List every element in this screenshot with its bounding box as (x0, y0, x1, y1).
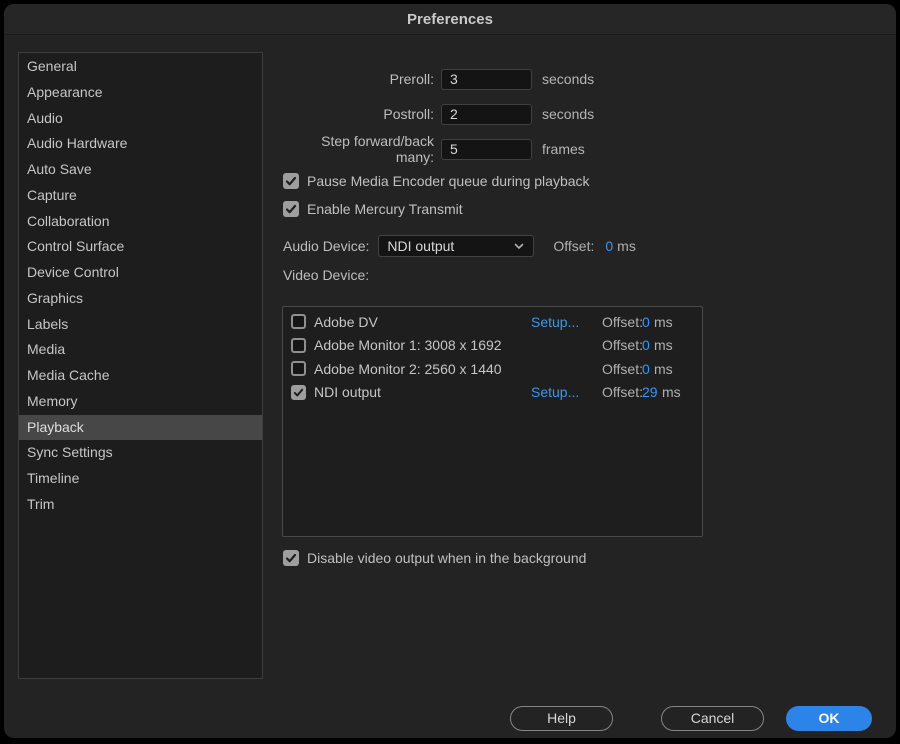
audio-device-value: NDI output (387, 238, 454, 254)
sidebar-item-media-cache[interactable]: Media Cache (19, 363, 262, 389)
sidebar-item-timeline[interactable]: Timeline (19, 466, 262, 492)
offset-value[interactable]: 0 (642, 314, 650, 330)
ok-button[interactable]: OK (786, 706, 872, 731)
postroll-input[interactable] (441, 104, 532, 125)
offset-unit: ms (662, 384, 681, 400)
offset-unit: ms (654, 361, 673, 377)
sidebar-item-labels[interactable]: Labels (19, 312, 262, 338)
step-input[interactable] (441, 139, 532, 160)
category-sidebar: General Appearance Audio Audio Hardware … (18, 52, 263, 679)
sidebar-item-graphics[interactable]: Graphics (19, 286, 262, 312)
sidebar-item-audio-hardware[interactable]: Audio Hardware (19, 131, 262, 157)
sidebar-item-control-surface[interactable]: Control Surface (19, 234, 262, 260)
audio-device-label: Audio Device: (283, 238, 369, 254)
step-suffix: frames (542, 141, 585, 157)
audio-device-dropdown[interactable]: NDI output (378, 235, 534, 257)
preroll-input[interactable] (441, 69, 532, 90)
ndi-output-checkbox[interactable] (291, 385, 306, 400)
mercury-checkbox[interactable] (283, 201, 299, 217)
offset-label: Offset: (602, 314, 643, 330)
device-name: Adobe Monitor 1: 3008 x 1692 (314, 337, 502, 353)
audio-offset-unit: ms (617, 238, 636, 254)
offset-unit: ms (654, 337, 673, 353)
adobe-dv-checkbox[interactable] (291, 314, 306, 329)
help-button[interactable]: Help (510, 706, 613, 731)
monitor-1-checkbox[interactable] (291, 338, 306, 353)
postroll-row: Postroll: seconds (282, 100, 594, 128)
device-name: NDI output (314, 384, 381, 400)
video-device-label-row: Video Device: (283, 265, 369, 285)
postroll-suffix: seconds (542, 106, 594, 122)
pause-encoder-checkbox[interactable] (283, 173, 299, 189)
device-name: Adobe DV (314, 314, 378, 330)
sidebar-item-appearance[interactable]: Appearance (19, 80, 262, 106)
video-device-list: Adobe DV Setup... Offset: 0 ms Adobe Mon… (282, 306, 703, 537)
postroll-label: Postroll: (282, 106, 434, 122)
sidebar-item-media[interactable]: Media (19, 337, 262, 363)
sidebar-item-audio[interactable]: Audio (19, 106, 262, 132)
video-device-row-adobe-dv: Adobe DV Setup... Offset: 0 ms (283, 310, 702, 334)
monitor-2-checkbox[interactable] (291, 361, 306, 376)
checkmark-icon (285, 552, 297, 564)
sidebar-item-playback[interactable]: Playback (19, 415, 262, 441)
preroll-suffix: seconds (542, 71, 594, 87)
offset-label: Offset: (602, 337, 643, 353)
disable-bg-label: Disable video output when in the backgro… (307, 550, 586, 566)
sidebar-item-capture[interactable]: Capture (19, 183, 262, 209)
offset-value[interactable]: 29 (642, 384, 658, 400)
video-device-row-ndi-output: NDI output Setup... Offset: 29 ms (283, 381, 702, 405)
video-device-row-monitor-1: Adobe Monitor 1: 3008 x 1692 Offset: 0 m… (283, 334, 702, 358)
preroll-row: Preroll: seconds (282, 65, 594, 93)
preferences-dialog: Preferences General Appearance Audio Aud… (4, 4, 896, 738)
sidebar-item-device-control[interactable]: Device Control (19, 260, 262, 286)
preroll-label: Preroll: (282, 71, 434, 87)
audio-offset-label: Offset: (553, 238, 594, 254)
sidebar-item-trim[interactable]: Trim (19, 492, 262, 518)
step-label: Step forward/back many: (282, 133, 434, 165)
dialog-title: Preferences (4, 4, 896, 35)
sidebar-item-auto-save[interactable]: Auto Save (19, 157, 262, 183)
chevron-down-icon (513, 240, 525, 252)
pause-encoder-row: Pause Media Encoder queue during playbac… (283, 170, 590, 192)
offset-value[interactable]: 0 (642, 337, 650, 353)
offset-label: Offset: (602, 361, 643, 377)
sidebar-item-memory[interactable]: Memory (19, 389, 262, 415)
disable-bg-row: Disable video output when in the backgro… (283, 547, 586, 569)
mercury-label: Enable Mercury Transmit (307, 201, 463, 217)
checkmark-icon (285, 203, 297, 215)
checkmark-icon (285, 175, 297, 187)
cancel-button[interactable]: Cancel (661, 706, 764, 731)
offset-label: Offset: (602, 384, 643, 400)
audio-device-row: Audio Device: NDI output Offset: 0 ms (283, 233, 636, 259)
video-device-label: Video Device: (283, 267, 369, 283)
audio-offset-value[interactable]: 0 (605, 238, 613, 254)
sidebar-item-collaboration[interactable]: Collaboration (19, 209, 262, 235)
offset-value[interactable]: 0 (642, 361, 650, 377)
sidebar-item-general[interactable]: General (19, 54, 262, 80)
pause-encoder-label: Pause Media Encoder queue during playbac… (307, 173, 590, 189)
mercury-row: Enable Mercury Transmit (283, 198, 463, 220)
checkmark-icon (293, 387, 304, 398)
step-row: Step forward/back many: frames (282, 135, 585, 163)
video-device-row-monitor-2: Adobe Monitor 2: 2560 x 1440 Offset: 0 m… (283, 357, 702, 381)
ndi-setup-link[interactable]: Setup... (531, 384, 579, 400)
offset-unit: ms (654, 314, 673, 330)
device-name: Adobe Monitor 2: 2560 x 1440 (314, 361, 502, 377)
disable-bg-checkbox[interactable] (283, 550, 299, 566)
sidebar-item-sync-settings[interactable]: Sync Settings (19, 440, 262, 466)
adobe-dv-setup-link[interactable]: Setup... (531, 314, 579, 330)
